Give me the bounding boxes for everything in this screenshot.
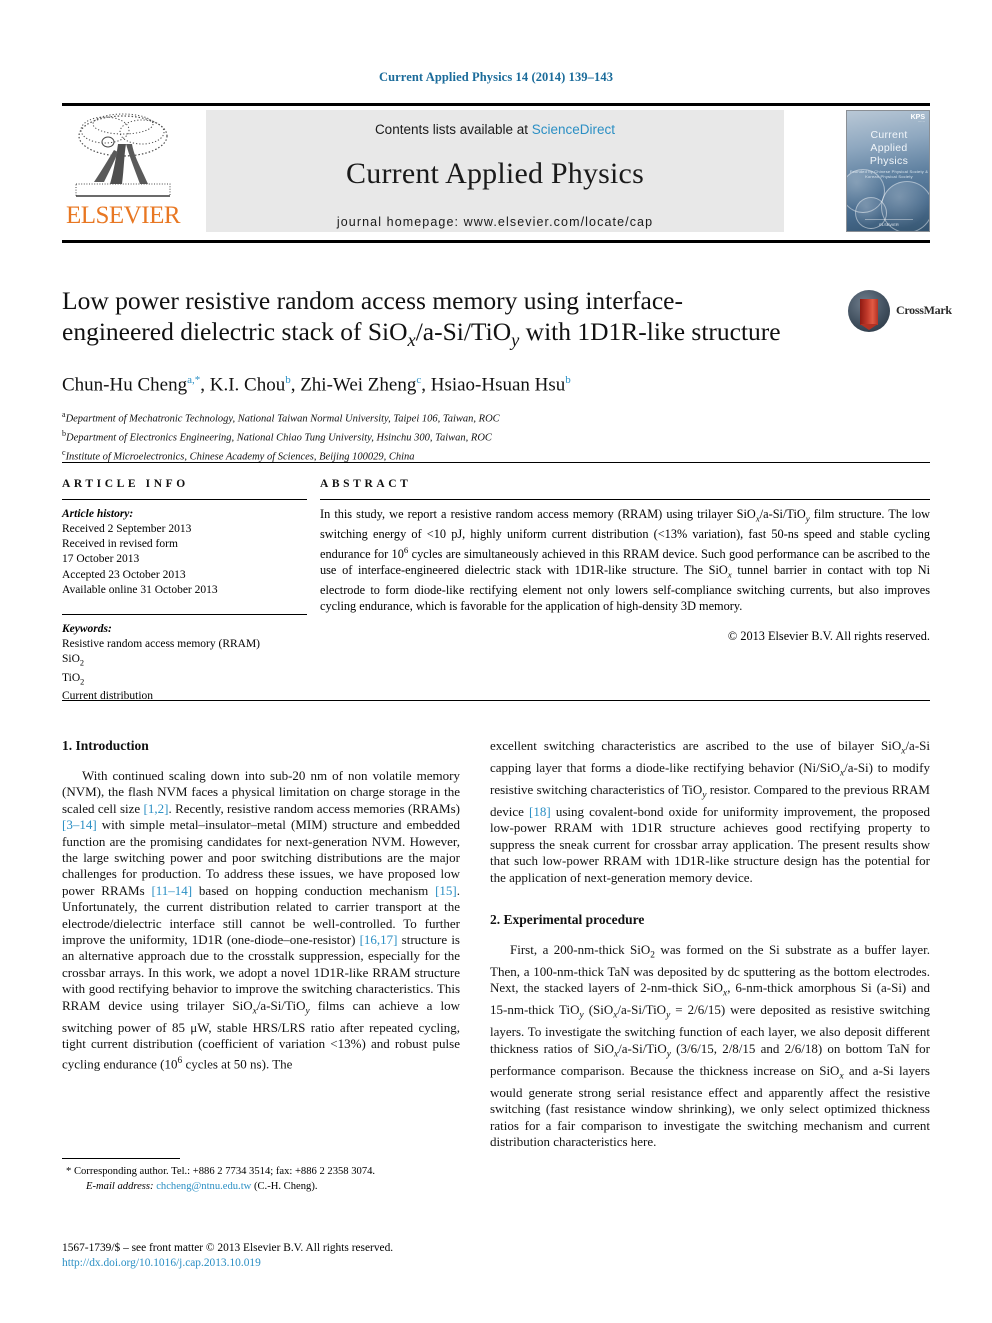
sciencedirect-link[interactable]: ScienceDirect [532, 122, 615, 137]
elsevier-wordmark: ELSEVIER [65, 202, 181, 229]
contents-prefix: Contents lists available at [374, 122, 532, 137]
cover-publisher: ELSEVIER [865, 219, 913, 227]
author-name[interactable]: Zhi-Wei Zheng [300, 374, 416, 395]
title-sub-x: x [407, 330, 416, 351]
experimental-paragraph: First, a 200-nm-thick SiO2 was formed on… [490, 942, 931, 1150]
citation-ref[interactable]: [15] [435, 883, 457, 898]
abstract-column: ABSTRACT In this study, we report a resi… [320, 478, 930, 644]
journal-title: Current Applied Physics [346, 157, 644, 190]
issn-line: 1567-1739/$ – see front matter © 2013 El… [62, 1242, 394, 1254]
keyword-item: SiO2 [62, 653, 85, 668]
keyword-item: Current distribution [62, 690, 154, 703]
article-history-item: Received in revised form [62, 538, 178, 551]
intro-paragraph-continued: excellent switching characteristics are … [490, 738, 930, 885]
article-history-item: Received 2 September 2013 [62, 523, 192, 535]
page-title: Low power resistive random access memory… [62, 285, 832, 356]
author-name[interactable]: Chun-Hu Cheng [62, 374, 187, 395]
footnote-email-line: E-mail address: chcheng@ntnu.edu.tw (C.-… [62, 1180, 460, 1195]
journal-band: Contents lists available at ScienceDirec… [206, 110, 784, 232]
footnote-corresponding-line: * Corresponding author. Tel.: +886 2 773… [66, 1166, 376, 1177]
crossmark-icon [848, 290, 890, 332]
article-history-item: Available online 31 October 2013 [62, 583, 218, 596]
article-info-divider [62, 499, 307, 500]
info-top-rule [62, 462, 930, 463]
author-marks: b [285, 374, 291, 387]
paper-page: Current Applied Physics 14 (2014) 139–14… [0, 0, 992, 1323]
doi-link[interactable]: http://dx.doi.org/10.1016/j.cap.2013.10.… [62, 1257, 261, 1269]
section-heading-experimental: 2. Experimental procedure [490, 912, 645, 928]
elsevier-tree-icon [75, 113, 171, 197]
article-info-heading: ARTICLE INFO [62, 478, 189, 490]
author-name[interactable]: K.I. Chou [210, 374, 285, 395]
article-history-label: Article history: [62, 508, 134, 520]
author-list: Chun-Hu Chenga,*, K.I. Choub, Zhi-Wei Zh… [62, 374, 571, 396]
title-line-2b: /a-Si/TiO [415, 317, 512, 346]
keyword-item: TiO2 [62, 671, 85, 687]
keywords-block: Keywords: Resistive random access memory… [62, 622, 307, 704]
article-history-item: Accepted 23 October 2013 [62, 568, 186, 581]
keyword-item: Resistive random access memory (RRAM) [62, 638, 261, 651]
article-info-column: ARTICLE INFO Article history: Received 2… [62, 478, 307, 704]
email-suffix: (C.-H. Cheng). [251, 1180, 318, 1192]
email-label: E-mail address: [86, 1180, 154, 1192]
affiliation-text: Department of Mechatronic Technology, Na… [65, 413, 500, 425]
body-column-right: excellent switching characteristics are … [490, 738, 930, 1150]
title-line-2a: engineered dielectric stack of SiO [62, 317, 408, 346]
page-footer: 1567-1739/$ – see front matter © 2013 El… [62, 1241, 662, 1271]
cover-subtitle: Founded by Chinese Physical Society & Ko… [849, 169, 929, 179]
keywords-divider [62, 614, 307, 616]
affiliation-list: aDepartment of Mechatronic Technology, N… [62, 408, 832, 465]
keywords-label: Keywords: [62, 623, 112, 636]
citation-ref[interactable]: [1,2] [144, 801, 169, 816]
abstract-divider [320, 499, 930, 500]
affiliation-item: aDepartment of Mechatronic Technology, N… [62, 408, 832, 427]
elsevier-logo: ELSEVIER [64, 110, 182, 232]
abstract-heading: ABSTRACT [320, 478, 412, 490]
author-marks: c [416, 374, 422, 387]
citation-ref[interactable]: [11–14] [151, 883, 192, 898]
body-column-left: 1. Introduction With continued scaling d… [62, 738, 460, 1072]
author-name[interactable]: Hsiao-Hsuan Hsu [431, 374, 566, 395]
crossmark-badge[interactable]: CrossMark [848, 288, 952, 336]
corresponding-author-footnote: * Corresponding author. Tel.: +886 2 773… [62, 1158, 460, 1194]
cover-badge: KPS ······ [910, 114, 925, 124]
affiliation-text: Department of Electronics Engineering, N… [66, 432, 492, 444]
journal-masthead: ELSEVIER Contents lists available at Sci… [62, 103, 930, 243]
journal-cover-thumbnail: KPS ······ Current Applied Physics Found… [846, 110, 930, 232]
abstract-copyright: © 2013 Elsevier B.V. All rights reserved… [727, 628, 930, 643]
section-heading-introduction: 1. Introduction [62, 738, 149, 753]
author-marks: a,* [187, 374, 201, 387]
email-link[interactable]: chcheng@ntnu.edu.tw [156, 1181, 251, 1192]
citation-ref[interactable]: [3–14] [62, 817, 97, 832]
contents-available-line: Contents lists available at ScienceDirec… [206, 110, 784, 137]
author-marks: b [565, 374, 571, 387]
running-head: Current Applied Physics 14 (2014) 139–14… [378, 70, 614, 84]
affiliation-item: bDepartment of Electronics Engineering, … [62, 427, 832, 446]
title-line-1: Low power resistive random access memory… [62, 286, 683, 315]
article-history-item: 17 October 2013 [62, 553, 140, 566]
abstract-text: In this study, we report a resistive ran… [320, 507, 931, 613]
footnote-rule [62, 1158, 180, 1159]
intro-paragraph: With continued scaling down into sub-20 … [62, 768, 460, 1071]
citation-ref[interactable]: [18] [529, 804, 551, 819]
title-block: Low power resistive random access memory… [62, 285, 832, 465]
cover-title: Current Applied Physics [869, 129, 909, 167]
citation-ref[interactable]: [16,17] [360, 932, 398, 947]
crossmark-book-icon [860, 299, 878, 330]
journal-homepage-line[interactable]: journal homepage: www.elsevier.com/locat… [206, 215, 784, 229]
title-line-2c: with 1D1R-like structure [519, 317, 781, 346]
crossmark-label: CrossMark [896, 303, 952, 317]
